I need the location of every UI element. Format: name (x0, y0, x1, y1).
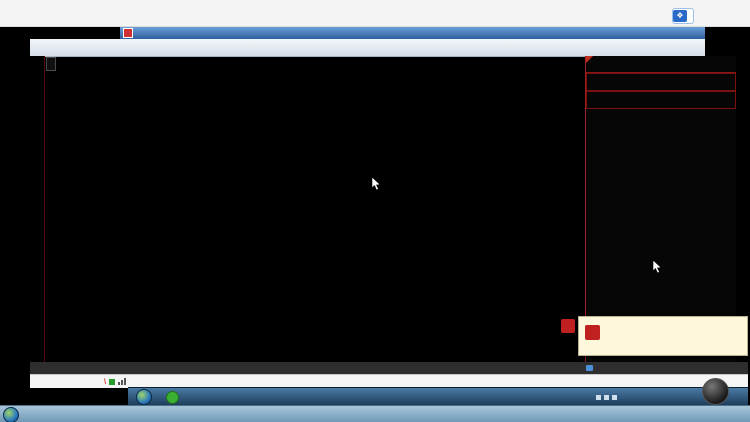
app-icon (123, 28, 133, 38)
time-axis (30, 354, 585, 362)
connection-status: \ (104, 377, 130, 386)
left-tab-strip (30, 56, 45, 387)
upload-button[interactable]: ❖ (672, 8, 694, 24)
green-square-icon (109, 379, 115, 385)
kline-chart[interactable] (44, 56, 585, 356)
cloud-logo-icon: ❖ (673, 10, 687, 22)
app-toolbar (30, 39, 705, 57)
chat-icon (586, 365, 593, 371)
ticker-statusbar: \ (30, 374, 748, 388)
tray-icon[interactable] (604, 395, 609, 400)
tray-icon[interactable] (612, 395, 617, 400)
remote-start-button[interactable] (136, 389, 152, 405)
remote-taskbar (128, 387, 748, 406)
tip-popup[interactable] (578, 316, 748, 356)
signal-bars-icon (118, 378, 127, 385)
360-tray-icon[interactable] (166, 391, 179, 404)
symbol-tab[interactable] (46, 57, 56, 71)
host-start-button[interactable] (3, 407, 19, 422)
sub1-header[interactable] (120, 263, 134, 270)
mouse-cursor-2 (652, 260, 664, 274)
toast-behind-icon (561, 319, 575, 333)
slash-icon: \ (104, 377, 106, 386)
quote-header (586, 56, 736, 73)
mouse-cursor (371, 177, 383, 191)
screen: ❖ (0, 0, 750, 422)
sub2-header[interactable] (120, 294, 139, 301)
remote-tray (596, 395, 624, 400)
speed-ball[interactable] (702, 378, 729, 405)
ask-row[interactable] (586, 73, 736, 91)
corner-marker (586, 56, 593, 63)
wh6-logo-icon (585, 325, 600, 340)
app-titlebar (120, 27, 705, 39)
host-taskbar (0, 405, 750, 422)
bid-row[interactable] (586, 91, 736, 109)
tray-icon[interactable] (596, 395, 601, 400)
exchange-tab-bar (30, 362, 748, 374)
viewer-toolbar: ❖ (0, 0, 750, 27)
cloud-qa-badge[interactable] (586, 365, 595, 371)
